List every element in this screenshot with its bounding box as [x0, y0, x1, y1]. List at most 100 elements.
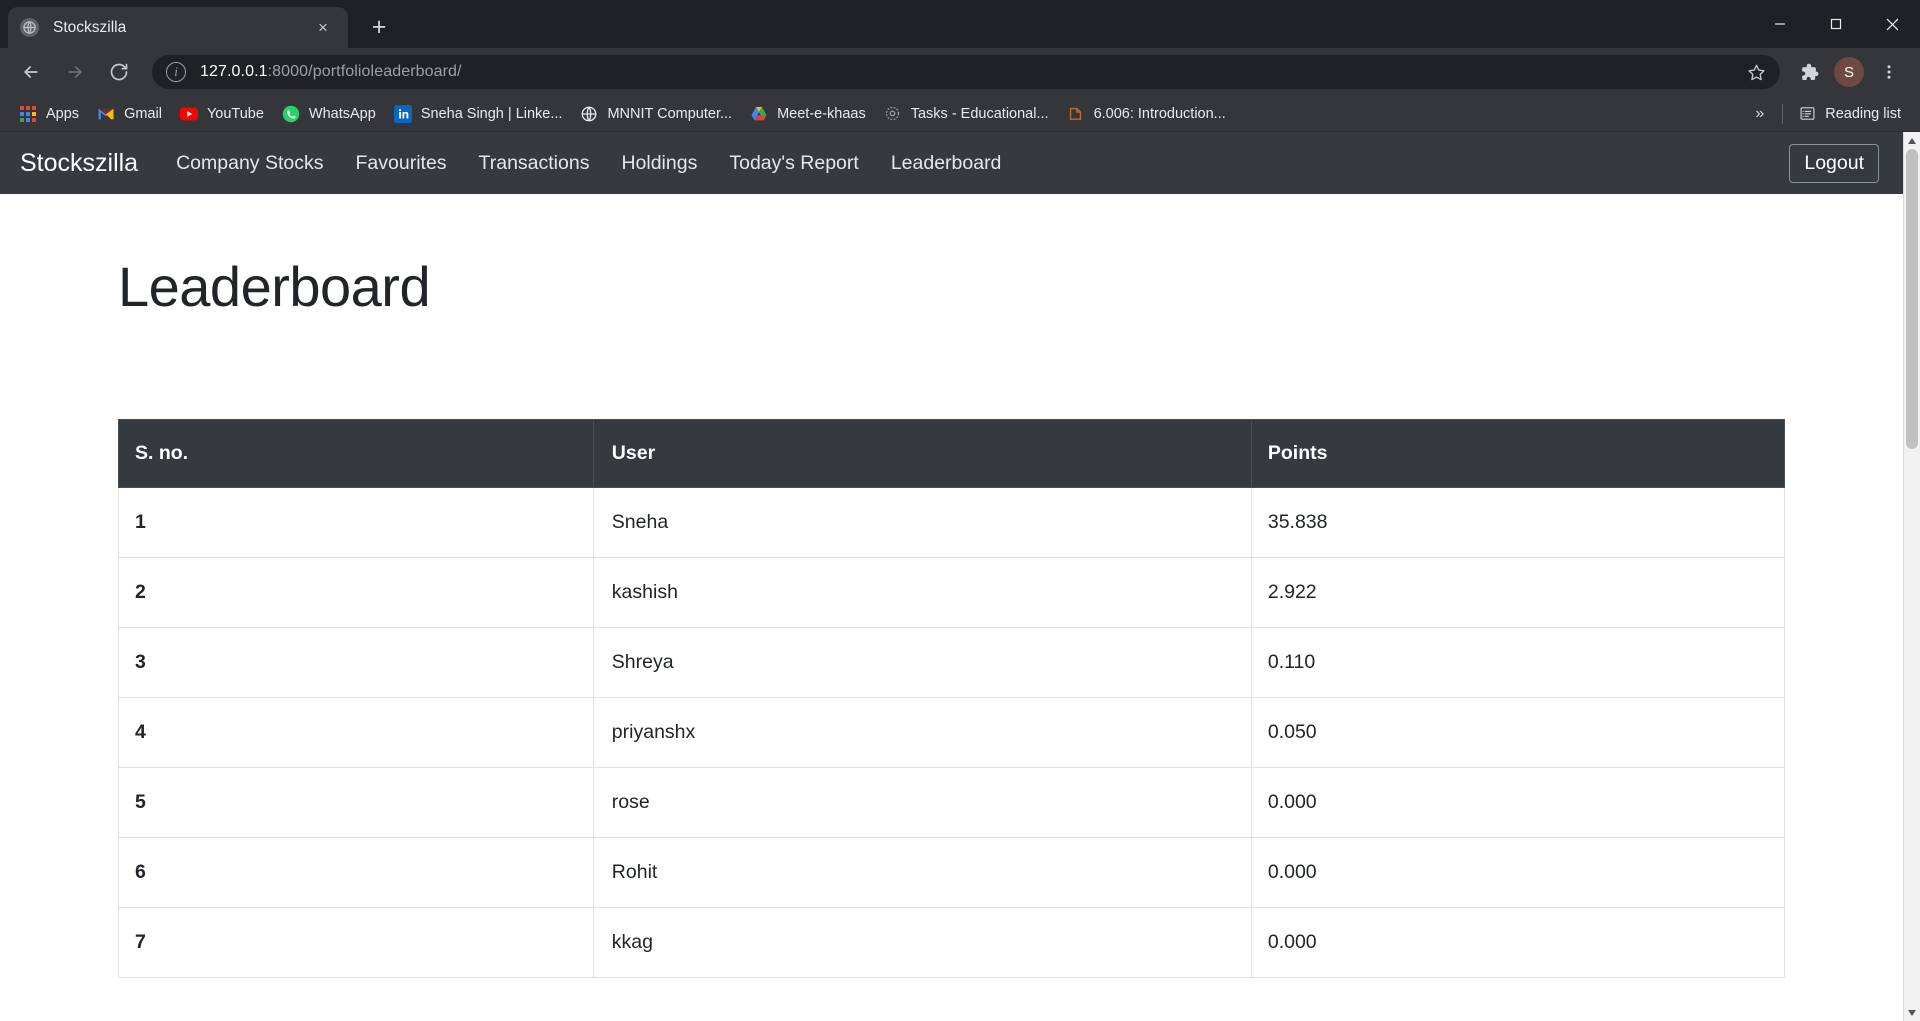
cell-sno: 4	[118, 697, 594, 768]
close-icon[interactable]	[1864, 0, 1920, 48]
gear-icon	[884, 105, 902, 123]
table-header-row: S. no. User Points	[118, 419, 1786, 488]
bookmark-youtube[interactable]: YouTube	[171, 100, 273, 128]
bookmark-label: 6.006: Introduction...	[1093, 105, 1226, 122]
cell-user: Rohit	[592, 837, 1252, 908]
bookmark-tasks[interactable]: Tasks - Educational...	[875, 100, 1058, 128]
browser-tab[interactable]: Stockszilla ×	[8, 7, 348, 48]
bookmark-mnnit[interactable]: MNNIT Computer...	[571, 100, 741, 128]
bookmark-label: Meet-e-khaas	[777, 105, 866, 122]
bookmark-label: Sneha Singh | Linke...	[420, 105, 563, 122]
whatsapp-icon	[282, 105, 300, 123]
column-header-points: Points	[1250, 419, 1786, 488]
cell-points: 0.000	[1250, 907, 1786, 978]
cell-user: Sneha	[592, 487, 1252, 558]
page-scrollbar[interactable]	[1903, 132, 1920, 1021]
cell-sno: 3	[118, 627, 594, 698]
cell-user: kashish	[592, 557, 1252, 628]
page-title: Leaderboard	[118, 255, 431, 318]
cell-points: 0.000	[1250, 837, 1786, 908]
site-info-icon[interactable]: i	[166, 62, 186, 82]
site-navbar: Stockszilla Company Stocks Favourites Tr…	[0, 132, 1903, 194]
cell-points: 2.922	[1250, 557, 1786, 628]
tab-title: Stockszilla	[53, 18, 127, 36]
reading-list-button[interactable]: Reading list	[1789, 100, 1910, 128]
bookmarks-overflow-button[interactable]: »	[1743, 105, 1776, 123]
url-text: 127.0.0.1:8000/portfolioleaderboard/	[200, 63, 462, 81]
three-dot-menu-icon[interactable]	[1870, 53, 1908, 91]
web-page: Stockszilla Company Stocks Favourites Tr…	[0, 132, 1903, 1021]
page-viewport: Stockszilla Company Stocks Favourites Tr…	[0, 132, 1920, 1021]
linkedin-icon	[393, 104, 412, 123]
reading-list-icon	[1798, 105, 1816, 123]
table-body: 1 Sneha 35.838 2 kashish 2.922 3 Shreya …	[118, 487, 1786, 978]
maximize-icon[interactable]	[1808, 0, 1864, 48]
nav-links: Company Stocks Favourites Transactions H…	[160, 152, 1017, 175]
cell-points: 35.838	[1250, 487, 1786, 558]
address-bar[interactable]: i 127.0.0.1:8000/portfolioleaderboard/	[152, 55, 1780, 89]
scrollbar-thumb[interactable]	[1906, 149, 1918, 449]
browser-toolbar: i 127.0.0.1:8000/portfolioleaderboard/ S	[0, 48, 1920, 96]
table-row: 6 Rohit 0.000	[118, 837, 1786, 908]
bookmark-star-icon[interactable]	[1740, 56, 1772, 88]
scroll-up-arrow[interactable]	[1904, 132, 1920, 149]
globe-icon	[580, 105, 598, 123]
cell-sno: 7	[118, 907, 594, 978]
bookmark-label: Gmail	[124, 105, 162, 122]
bookmark-gmail[interactable]: Gmail	[88, 100, 171, 128]
scrollbar-track[interactable]	[1904, 149, 1920, 1004]
table-head: S. no. User Points	[118, 419, 1786, 488]
table-row: 1 Sneha 35.838	[118, 487, 1786, 558]
gmail-icon	[97, 105, 115, 123]
reload-button[interactable]	[100, 53, 138, 91]
document-icon	[1067, 105, 1085, 123]
cell-points: 0.000	[1250, 767, 1786, 838]
bookmark-6006[interactable]: 6.006: Introduction...	[1058, 100, 1235, 128]
toolbar-divider	[1782, 103, 1784, 124]
nav-link-transactions[interactable]: Transactions	[463, 152, 606, 175]
new-tab-button[interactable]: +	[362, 10, 396, 44]
url-host: 127.0.0.1	[200, 63, 268, 80]
nav-link-favourites[interactable]: Favourites	[340, 152, 463, 175]
bookmark-whatsapp[interactable]: WhatsApp	[273, 100, 385, 128]
table-row: 2 kashish 2.922	[118, 557, 1786, 628]
leaderboard-table: S. no. User Points 1 Sneha 35.838 2 kash…	[118, 419, 1786, 978]
page-content: Leaderboard S. no. User Points 1 Sneha 3…	[0, 254, 1903, 978]
bookmark-label: Apps	[46, 105, 80, 122]
column-header-sno: S. no.	[118, 419, 594, 488]
bookmark-apps[interactable]: Apps	[10, 100, 88, 128]
bookmark-meet-e-khaas[interactable]: Meet-e-khaas	[741, 100, 875, 128]
apps-grid-icon	[19, 105, 37, 123]
nav-link-holdings[interactable]: Holdings	[605, 152, 713, 175]
cell-user: Shreya	[592, 627, 1252, 698]
back-button[interactable]	[12, 53, 50, 91]
forward-button[interactable]	[56, 53, 94, 91]
bookmark-label: YouTube	[206, 105, 264, 122]
scroll-down-arrow[interactable]	[1904, 1004, 1920, 1021]
cell-user: kkag	[592, 907, 1252, 978]
leaderboard-table-wrapper: S. no. User Points 1 Sneha 35.838 2 kash…	[118, 419, 1786, 978]
minimize-icon[interactable]	[1752, 0, 1808, 48]
tab-strip: Stockszilla × +	[0, 0, 1920, 48]
nav-link-todays-report[interactable]: Today's Report	[713, 152, 874, 175]
bookmarks-bar: Apps Gmail YouTube WhatsApp Sneha Singh …	[0, 96, 1920, 132]
url-path: :8000/portfolioleaderboard/	[267, 63, 462, 80]
cell-points: 0.110	[1250, 627, 1786, 698]
logout-button[interactable]: Logout	[1789, 143, 1879, 183]
cell-sno: 2	[118, 557, 594, 628]
browser-window: Stockszilla × + i 127.0.0.1:8000/portfol…	[0, 0, 1920, 1021]
site-brand[interactable]: Stockszilla	[20, 149, 138, 178]
table-row: 5 rose 0.000	[118, 767, 1786, 838]
cell-points: 0.050	[1250, 697, 1786, 768]
table-row: 3 Shreya 0.110	[118, 627, 1786, 698]
cell-sno: 6	[118, 837, 594, 908]
avatar[interactable]: S	[1834, 57, 1864, 87]
cell-user: priyanshx	[592, 697, 1252, 768]
nav-link-leaderboard[interactable]: Leaderboard	[875, 152, 1018, 175]
close-icon[interactable]: ×	[310, 15, 336, 41]
google-drive-icon	[750, 105, 768, 123]
bookmark-linkedin[interactable]: Sneha Singh | Linke...	[385, 100, 572, 128]
nav-link-company-stocks[interactable]: Company Stocks	[160, 152, 339, 175]
youtube-icon	[179, 105, 198, 123]
extensions-icon[interactable]	[1790, 53, 1828, 91]
